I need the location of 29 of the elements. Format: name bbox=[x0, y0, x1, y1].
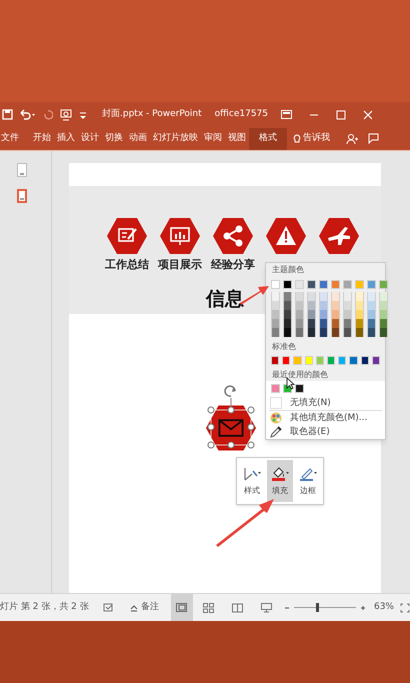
menu-heading: 最近使用的颜色 bbox=[266, 368, 385, 381]
menu-heading: 主题颜色 bbox=[266, 263, 385, 276]
ribbon-tab[interactable]: 开始 bbox=[30, 128, 54, 150]
ribbon-tab[interactable]: 插入 bbox=[54, 128, 78, 150]
window-title: 封面.pptx - PowerPoint bbox=[102, 108, 202, 122]
ribbon-tab[interactable]: 视图 bbox=[225, 128, 249, 150]
user-name: office17575 bbox=[214, 108, 268, 122]
menu-item[interactable]: 无填充(N) bbox=[266, 396, 385, 410]
toolbar-button[interactable]: 边框 bbox=[295, 460, 321, 502]
ribbon-tab[interactable]: 动画 bbox=[126, 128, 150, 150]
toolbar-button[interactable]: 填充 bbox=[267, 460, 293, 502]
ribbon-tab[interactable]: 幻灯片放映 bbox=[150, 128, 201, 150]
ribbon-tab[interactable]: 文件 bbox=[0, 128, 22, 150]
item-label: 项目展示 bbox=[158, 257, 202, 274]
menu-heading: 标准色 bbox=[266, 340, 385, 353]
item-label: 经验分享 bbox=[211, 257, 255, 274]
menu-item[interactable]: 其他填充颜色(M)... bbox=[266, 411, 385, 425]
ribbon-tab[interactable]: 切换 bbox=[102, 128, 126, 150]
slide-info: 灯片 第 2 张，共 2 张 bbox=[0, 600, 89, 614]
ribbon-tab[interactable]: 审阅 bbox=[201, 128, 225, 150]
notes-button[interactable]: 备注 bbox=[130, 600, 159, 614]
zoom-level: 63% bbox=[374, 600, 394, 614]
ribbon-tab[interactable]: 格式 bbox=[249, 128, 287, 150]
toolbar-button[interactable]: 样式 bbox=[239, 460, 265, 502]
ribbon-tab[interactable]: 设计 bbox=[78, 128, 102, 150]
menu-item[interactable]: 取色器(E) bbox=[266, 425, 385, 439]
item-label: 工作总结 bbox=[105, 257, 149, 274]
slide-title: 信息 bbox=[206, 287, 244, 312]
tell-me-button[interactable]: 告诉我 bbox=[293, 132, 330, 146]
